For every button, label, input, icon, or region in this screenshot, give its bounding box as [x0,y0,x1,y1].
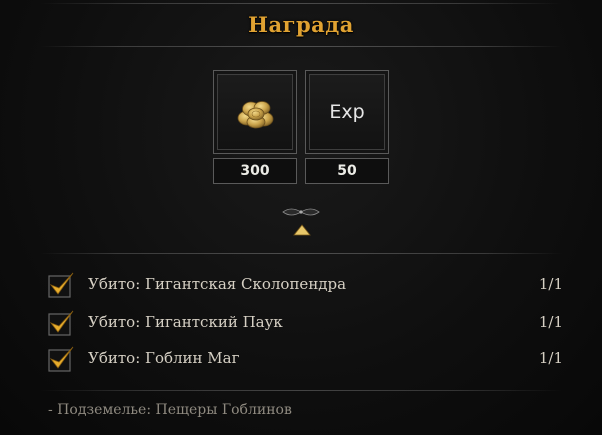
title-divider [40,46,562,47]
reward-slot-exp[interactable]: Exp [305,70,389,154]
location-text: - Подземелье: Пещеры Гоблинов [48,402,292,418]
checkmark-icon[interactable] [46,344,76,374]
bottom-divider [40,390,562,391]
objective-row: Убито: Гигантская Сколопендра 1/1 [46,270,566,300]
collapse-arrow-icon[interactable] [292,223,312,237]
top-divider [40,3,562,4]
objective-progress: 1/1 [538,349,563,367]
objective-text: Убито: Гигантская Сколопендра [88,275,347,293]
reward-quantity-gold: 300 [213,158,297,184]
objective-text: Убито: Гигантский Паук [88,313,283,331]
panel-title: Награда [248,12,354,37]
checkmark-icon[interactable] [46,270,76,300]
objective-row: Убито: Гигантский Паук 1/1 [46,308,566,338]
objective-row: Убито: Гоблин Маг 1/1 [46,344,566,374]
reward-slot-gold[interactable] [213,70,297,154]
checkmark-icon[interactable] [46,308,76,338]
section-divider [40,253,562,254]
objective-progress: 1/1 [538,275,563,293]
ornament-divider [40,208,562,216]
objective-text: Убито: Гоблин Маг [88,349,240,367]
gold-coins-icon [237,101,274,129]
exp-icon: Exp [329,101,365,123]
reward-panel: Награда Exp 300 50 Убито: Гигантская Ско… [0,0,602,435]
objective-progress: 1/1 [538,313,563,331]
reward-quantity-exp: 50 [305,158,389,184]
